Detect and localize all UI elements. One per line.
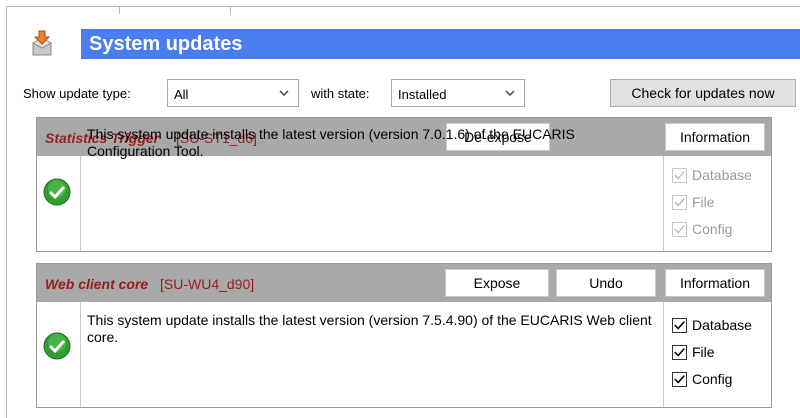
database-label: Database — [692, 317, 752, 333]
state-label: with state: — [311, 86, 370, 101]
update-code: [SU-WU4_d90] — [160, 276, 255, 292]
page-title: System updates — [89, 33, 243, 55]
system-updates-panel: System updates Show update type: All wit… — [6, 6, 800, 418]
status-column — [37, 302, 81, 407]
checkbox-box — [672, 345, 687, 360]
chevron-down-icon — [505, 90, 515, 97]
checkbox-box — [672, 168, 687, 183]
update-type-label: Show update type: — [23, 86, 131, 101]
check-ok-icon — [43, 332, 71, 360]
state-value: Installed — [398, 87, 447, 102]
update-card: Statistics Trigger [SU-ST1_d6] De-expose… — [36, 117, 772, 252]
component-checks: Database File Config — [663, 156, 773, 251]
checkbox-box — [672, 318, 687, 333]
checkbox-box — [672, 372, 687, 387]
page-header: System updates — [27, 27, 800, 63]
check-ok-icon — [43, 178, 71, 206]
database-label: Database — [692, 167, 752, 183]
update-card: Web client core [SU-WU4_d90] Expose Undo… — [36, 263, 772, 408]
tab-stub[interactable] — [119, 7, 231, 14]
component-checks: Database File Config — [663, 302, 773, 407]
expose-button[interactable]: Expose — [445, 269, 549, 297]
checkbox-box — [672, 195, 687, 210]
state-select[interactable]: Installed — [391, 79, 525, 107]
update-type-select[interactable]: All — [167, 79, 299, 107]
information-button[interactable]: Information — [665, 123, 765, 151]
tab-strip — [7, 7, 247, 14]
file-label: File — [692, 194, 715, 210]
update-type-value: All — [174, 87, 189, 102]
update-description: This system update installs the latest v… — [87, 312, 652, 345]
undo-button[interactable]: Undo — [556, 269, 656, 297]
checkbox-box — [672, 222, 687, 237]
update-description: This system update installs the latest v… — [87, 126, 575, 159]
information-button[interactable]: Information — [665, 269, 765, 297]
config-label: Config — [692, 221, 733, 237]
title-bar: System updates — [81, 29, 800, 59]
file-label: File — [692, 344, 715, 360]
chevron-down-icon — [279, 90, 289, 97]
install-package-icon — [31, 30, 53, 56]
config-label: Config — [692, 371, 733, 387]
update-header: Web client core [SU-WU4_d90] Expose Undo… — [37, 264, 771, 302]
status-column — [37, 156, 81, 251]
filter-row: Show update type: All with state: Instal… — [23, 79, 800, 109]
check-for-updates-button[interactable]: Check for updates now — [610, 79, 796, 107]
update-name: Web client core — [45, 276, 149, 292]
